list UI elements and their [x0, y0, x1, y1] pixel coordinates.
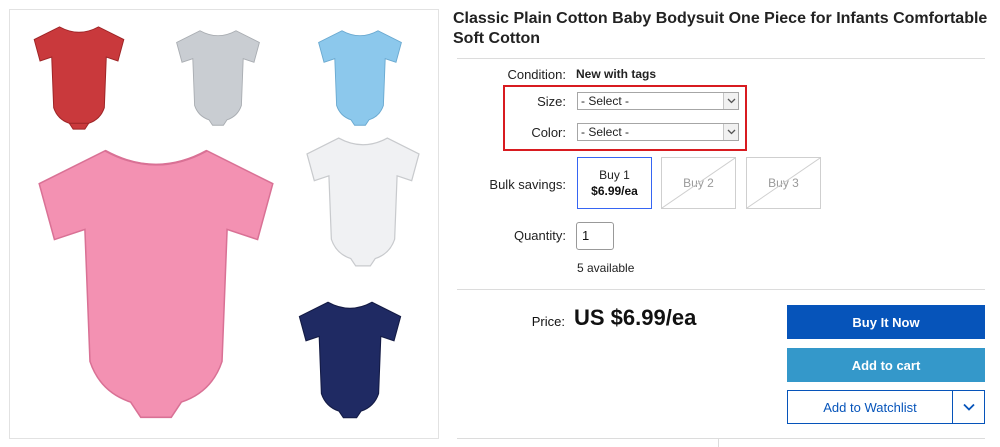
- pink-bodysuit-image: [38, 149, 274, 419]
- bulk-option-qty: Buy 2: [683, 176, 714, 190]
- quantity-label: Quantity:: [513, 228, 566, 243]
- navy-bodysuit-image: [298, 301, 402, 419]
- color-label: Color:: [531, 125, 566, 140]
- grey-bodysuit-image: [176, 30, 260, 126]
- chevron-down-icon: [723, 124, 738, 140]
- add-to-cart-button[interactable]: Add to cart: [787, 348, 985, 382]
- bulk-savings-label: Bulk savings:: [489, 177, 566, 192]
- color-select-value: - Select -: [581, 125, 630, 139]
- white-bodysuit-image: [306, 137, 420, 267]
- size-select[interactable]: - Select -: [577, 92, 739, 110]
- bulk-option-buy-3[interactable]: Buy 3: [746, 157, 821, 209]
- bottom-column-divider: [718, 438, 719, 447]
- price-label: Price:: [531, 314, 565, 329]
- size-select-value: - Select -: [581, 94, 630, 108]
- color-select[interactable]: - Select -: [577, 123, 739, 141]
- bottom-divider: [457, 438, 985, 439]
- available-count: 5 available: [577, 261, 635, 275]
- chevron-down-icon: [723, 93, 738, 109]
- price-divider: [457, 289, 985, 290]
- listing-title: Classic Plain Cotton Baby Bodysuit One P…: [453, 10, 988, 47]
- condition-label: Condition:: [507, 67, 566, 82]
- blue-bodysuit-image: [318, 30, 402, 126]
- watchlist-label: Add to Watchlist: [823, 399, 917, 415]
- bulk-option-price: $6.99/ea: [591, 184, 638, 198]
- condition-value: New with tags: [576, 67, 657, 81]
- red-bodysuit-image: [33, 26, 125, 130]
- price-value: US $6.99/ea: [574, 305, 697, 330]
- bulk-option-qty: Buy 3: [768, 176, 799, 190]
- bulk-option-buy-2[interactable]: Buy 2: [661, 157, 736, 209]
- title-divider: [457, 58, 985, 59]
- bulk-option-qty: Buy 1: [599, 168, 630, 182]
- quantity-input[interactable]: 1: [576, 222, 614, 250]
- buy-it-now-button[interactable]: Buy It Now: [787, 305, 985, 339]
- bulk-option-buy-1[interactable]: Buy 1 $6.99/ea: [577, 157, 652, 209]
- product-image[interactable]: [9, 9, 439, 439]
- size-label: Size:: [537, 94, 566, 109]
- add-to-watchlist-button[interactable]: Add to Watchlist: [787, 390, 985, 424]
- chevron-down-icon[interactable]: [953, 391, 985, 423]
